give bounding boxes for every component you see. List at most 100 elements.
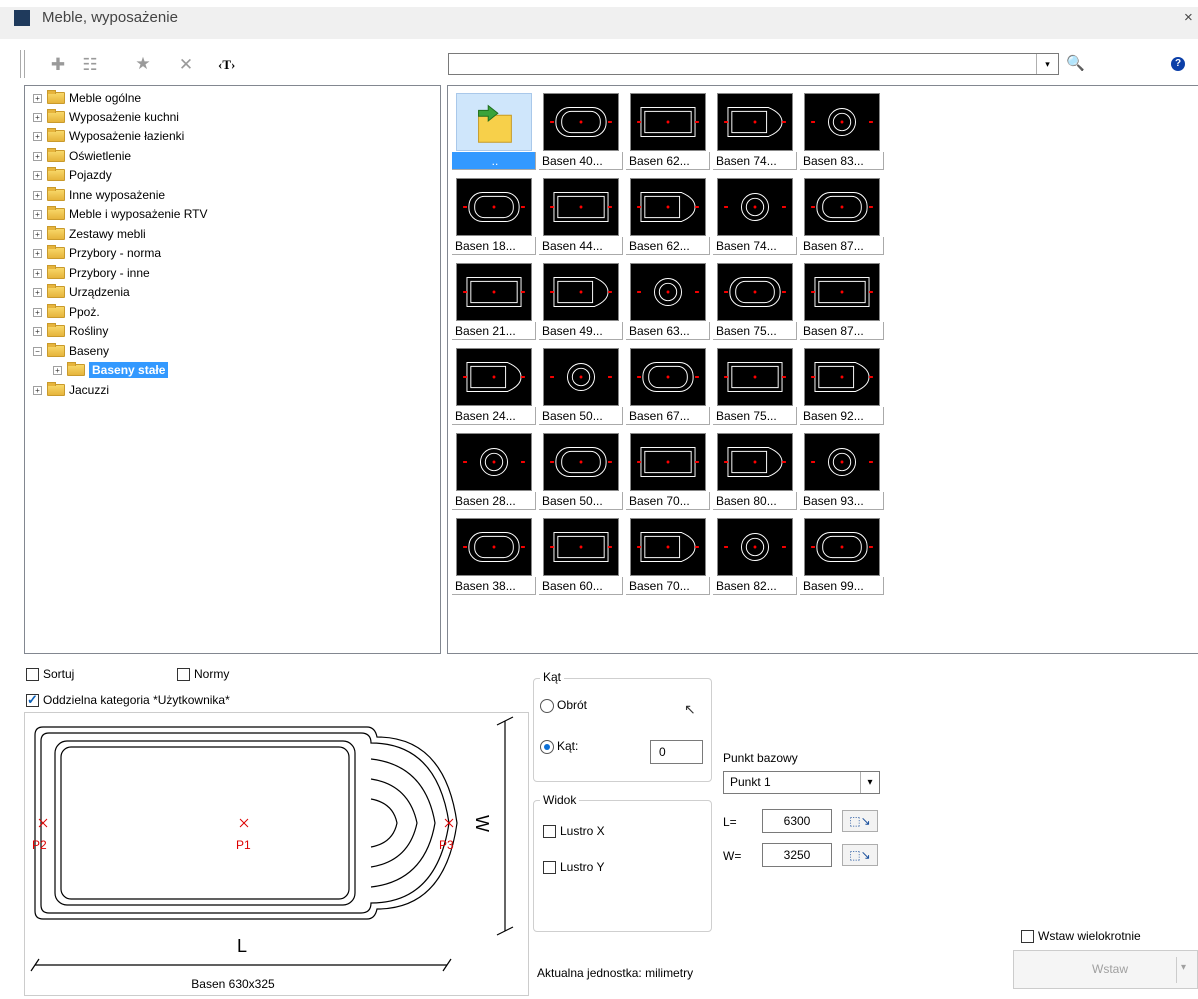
base-point-dropdown-arrow[interactable]: ▾ — [860, 772, 879, 793]
tree-item[interactable]: − Baseny — [33, 342, 109, 360]
tree-item[interactable]: + Pojazdy — [33, 166, 112, 184]
search-dropdown-arrow[interactable]: ▾ — [1036, 54, 1058, 74]
tree-item[interactable]: + Wyposażenie łazienki — [33, 127, 184, 145]
expand-icon[interactable]: + — [33, 151, 42, 161]
tree-item[interactable]: + Ppoż. — [33, 303, 100, 321]
grid-item[interactable]: Basen 74... — [713, 89, 797, 171]
insert-button[interactable]: Wstaw ▾ — [1013, 950, 1198, 989]
thumbnail-grid[interactable]: .. Basen 40... Basen 62... Basen 74... Base… — [447, 85, 1198, 654]
category-tree[interactable]: + Meble ogólne + Wyposażenie kuchni + Wypos… — [24, 85, 441, 654]
grid-item[interactable]: Basen 38... — [452, 514, 536, 596]
search-input[interactable] — [448, 53, 1059, 75]
properties-icon[interactable]: ☷ — [80, 55, 100, 75]
add-icon[interactable]: ✚ — [48, 55, 68, 75]
grid-item[interactable]: Basen 62... — [626, 89, 710, 171]
tree-item[interactable]: + Meble i wyposażenie RTV — [33, 205, 208, 223]
grid-item[interactable]: Basen 87... — [800, 174, 884, 256]
grid-item[interactable]: Basen 70... — [626, 429, 710, 511]
grid-item[interactable]: Basen 75... — [713, 259, 797, 341]
expand-icon[interactable]: + — [53, 365, 62, 375]
grid-item[interactable]: Basen 83... — [800, 89, 884, 171]
help-icon[interactable]: ? — [1171, 57, 1185, 71]
expand-icon[interactable]: + — [33, 229, 42, 239]
grid-item[interactable]: Basen 74... — [713, 174, 797, 256]
grid-item[interactable]: Basen 63... — [626, 259, 710, 341]
checkbox-box[interactable] — [1021, 930, 1034, 944]
tree-item[interactable]: + Meble ogólne — [33, 89, 141, 107]
grid-item[interactable]: Basen 75... — [713, 344, 797, 426]
expand-icon[interactable]: + — [33, 190, 42, 200]
expand-icon[interactable]: + — [33, 170, 42, 180]
grid-item-parent-folder[interactable]: .. — [452, 89, 536, 171]
expand-icon[interactable]: + — [33, 248, 42, 258]
radio-circle[interactable] — [540, 698, 554, 713]
grid-item[interactable]: Basen 92... — [800, 344, 884, 426]
grid-item[interactable]: Basen 44... — [539, 174, 623, 256]
sort-checkbox[interactable]: Sortuj — [26, 667, 74, 682]
text-tool-icon[interactable]: ‹T› — [218, 57, 235, 73]
grid-item[interactable]: Basen 87... — [800, 259, 884, 341]
pick-rotation-cursor-icon[interactable]: ↖ — [684, 701, 696, 718]
expand-icon[interactable]: + — [33, 209, 42, 219]
mirror-x-checkbox[interactable]: Lustro X — [543, 824, 605, 839]
pick-width-button[interactable]: ⬚↘ — [842, 844, 878, 866]
tree-item[interactable]: + Przybory - norma — [33, 244, 161, 262]
grid-item[interactable]: Basen 60... — [539, 514, 623, 596]
grid-item[interactable]: Basen 93... — [800, 429, 884, 511]
insert-dropdown-arrow[interactable]: ▾ — [1181, 962, 1186, 973]
search-icon[interactable]: 🔍 — [1066, 54, 1085, 72]
tree-item[interactable]: + Przybory - inne — [33, 264, 150, 282]
checkbox-box[interactable] — [26, 668, 39, 682]
grid-item[interactable]: Basen 70... — [626, 514, 710, 596]
grid-item[interactable]: Basen 28... — [452, 429, 536, 511]
checkbox-box[interactable] — [177, 668, 190, 682]
grid-item[interactable]: Basen 50... — [539, 344, 623, 426]
user-category-checkbox[interactable]: Oddzielna kategoria *Użytkownika* — [26, 692, 230, 708]
expand-icon[interactable]: + — [33, 268, 42, 278]
base-point-select[interactable]: Punkt 1 — [723, 771, 880, 794]
angle-radio[interactable]: Kąt: — [540, 739, 578, 754]
grid-item[interactable]: Basen 80... — [713, 429, 797, 511]
expand-icon[interactable]: + — [33, 326, 42, 336]
checkbox-box[interactable] — [26, 692, 39, 708]
grid-item[interactable]: Basen 21... — [452, 259, 536, 341]
insert-multiple-checkbox[interactable]: Wstaw wielokrotnie — [1021, 929, 1141, 944]
tree-item[interactable]: + Oświetlenie — [33, 147, 131, 165]
width-input[interactable]: 3250 — [762, 843, 832, 867]
tree-item-selected[interactable]: + Baseny stałe — [53, 361, 169, 379]
star-icon[interactable]: ★ — [133, 54, 153, 74]
tree-item[interactable]: + Rośliny — [33, 322, 108, 340]
expand-icon[interactable]: + — [33, 93, 42, 103]
expand-icon[interactable]: + — [33, 112, 42, 122]
pick-length-button[interactable]: ⬚↘ — [842, 810, 878, 832]
grid-item[interactable]: Basen 50... — [539, 429, 623, 511]
tree-item[interactable]: + Urządzenia — [33, 283, 130, 301]
tree-item[interactable]: + Zestawy mebli — [33, 225, 146, 243]
delete-icon[interactable]: ✕ — [176, 55, 196, 75]
checkbox-box[interactable] — [543, 825, 556, 839]
grid-item[interactable]: Basen 18... — [452, 174, 536, 256]
radio-circle[interactable] — [540, 739, 554, 754]
grid-item[interactable]: Basen 82... — [713, 514, 797, 596]
grid-item[interactable]: Basen 40... — [539, 89, 623, 171]
grid-item[interactable]: Basen 99... — [800, 514, 884, 596]
tree-item[interactable]: + Inne wyposażenie — [33, 186, 165, 204]
grid-item[interactable]: Basen 67... — [626, 344, 710, 426]
rotation-radio[interactable]: Obrót — [540, 698, 587, 713]
expand-icon[interactable]: + — [33, 307, 42, 317]
length-input[interactable]: 6300 — [762, 809, 832, 833]
grid-item[interactable]: Basen 49... — [539, 259, 623, 341]
expand-icon[interactable]: + — [33, 131, 42, 141]
angle-input[interactable]: 0 — [650, 740, 703, 764]
close-icon[interactable]: × — [1184, 9, 1193, 26]
tree-item[interactable]: + Jacuzzi — [33, 381, 109, 399]
expand-icon[interactable]: + — [33, 287, 42, 297]
grid-item[interactable]: Basen 24... — [452, 344, 536, 426]
norms-checkbox[interactable]: Normy — [177, 667, 229, 682]
grid-item[interactable]: Basen 62... — [626, 174, 710, 256]
checkbox-box[interactable] — [543, 861, 556, 875]
tree-item[interactable]: + Wyposażenie kuchni — [33, 108, 179, 126]
collapse-icon[interactable]: − — [33, 346, 42, 356]
mirror-y-checkbox[interactable]: Lustro Y — [543, 860, 604, 875]
expand-icon[interactable]: + — [33, 385, 42, 395]
